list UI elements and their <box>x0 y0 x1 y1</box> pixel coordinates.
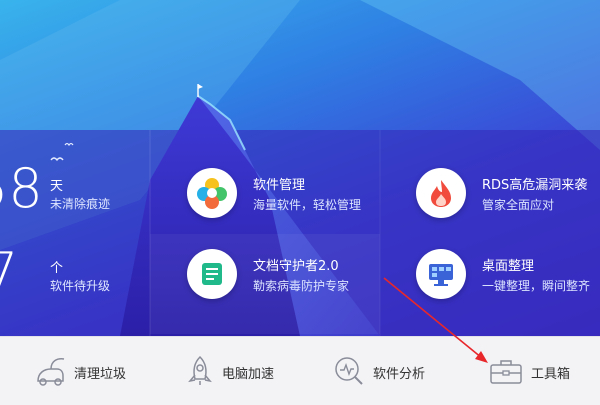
feature-title: RDS高危漏洞来袭 <box>482 178 588 193</box>
software-analysis-label: 软件分析 <box>373 367 426 382</box>
clean-junk-button[interactable]: 清理垃圾 <box>34 337 144 405</box>
feature-subtitle: 海量软件，轻松管理 <box>253 198 362 212</box>
stat-days-desc: 未清除痕迹 <box>50 197 111 211</box>
climber-flag-icon <box>197 84 203 97</box>
vacuum-cleaner-icon <box>37 358 65 386</box>
stat-days-unit: 天 <box>50 179 64 194</box>
software-manager-icon <box>187 168 237 218</box>
bottom-toolbar: 清理垃圾 电脑加速 软件分析 工具箱 <box>0 336 600 405</box>
bird-icon <box>50 157 64 162</box>
stat-updates-number: 7 <box>0 241 19 304</box>
feature-title: 文档守护者2.0 <box>253 259 339 274</box>
document-guard-icon <box>187 249 237 299</box>
stat-updates-unit: 个 <box>50 261 64 276</box>
toolbox-button[interactable]: 工具箱 <box>489 337 589 405</box>
feature-title: 软件管理 <box>253 178 306 193</box>
speed-up-label: 电脑加速 <box>222 367 275 382</box>
magnifier-chart-icon <box>335 357 363 385</box>
desktop-organize-icon <box>416 249 466 299</box>
clean-junk-label: 清理垃圾 <box>74 367 127 382</box>
toolbox-icon <box>490 360 522 384</box>
feature-subtitle: 管家全面应对 <box>482 198 555 212</box>
hero-banner: 58 天 未清除痕迹 7 个 软件待升级 软件管理 海量软件，轻松管理 R <box>0 0 600 336</box>
feature-subtitle: 一键整理，瞬间整齐 <box>482 279 591 293</box>
speed-up-button[interactable]: 电脑加速 <box>186 337 296 405</box>
flame-icon <box>416 168 466 218</box>
toolbox-label: 工具箱 <box>531 367 571 382</box>
bird-icon <box>64 142 74 147</box>
stat-updates-desc: 软件待升级 <box>50 279 111 293</box>
stat-days-number: 58 <box>0 157 43 220</box>
feature-subtitle: 勒索病毒防护专家 <box>253 279 350 293</box>
rocket-icon <box>188 355 212 385</box>
software-analysis-button[interactable]: 软件分析 <box>333 337 453 405</box>
feature-title: 桌面整理 <box>482 259 535 274</box>
